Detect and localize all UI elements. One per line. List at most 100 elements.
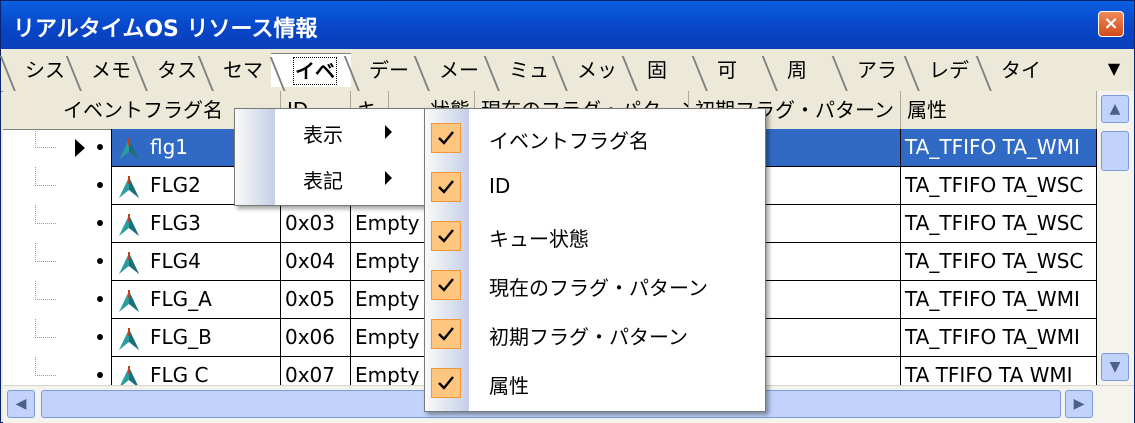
grid-cell[interactable]: 0x06	[281, 319, 351, 357]
scroll-down-button[interactable]: ▼	[1101, 353, 1129, 381]
tab-task[interactable]: タス	[133, 53, 205, 87]
grid-cell[interactable]: 0x07	[281, 357, 351, 385]
submenu-item-column-toggle[interactable]: ID	[425, 164, 765, 208]
tab-eventflag[interactable]: イベ	[271, 53, 351, 87]
tab-mutex[interactable]: ミュ	[485, 53, 557, 87]
tree-line	[35, 319, 56, 338]
vertical-scrollbar[interactable]: ▲ ▼	[1097, 91, 1134, 385]
cell-name: FLG2	[150, 173, 201, 197]
close-button[interactable]: ×	[1098, 11, 1124, 37]
submenu-item-label: 初期フラグ・パターン	[489, 325, 688, 349]
grid-cell[interactable]: 0x04	[281, 243, 351, 281]
cell-attr: TA_TFIFO TA_WSC	[905, 211, 1084, 235]
row-bullet-icon	[97, 220, 103, 226]
grid-cell[interactable]: 0x05	[281, 281, 351, 319]
grid-cell[interactable]: Empty	[351, 319, 427, 357]
grid-cell[interactable]: Empty	[351, 281, 427, 319]
tab-variable-memory[interactable]: 可	[693, 53, 767, 87]
grid-cell[interactable]: TA_TFIFO TA_WMI	[901, 129, 1097, 167]
col-header-attribute[interactable]: 属性	[901, 91, 1097, 129]
submenu-item-column-toggle[interactable]: 属性	[425, 360, 765, 404]
cell-id: 0x03	[285, 211, 336, 235]
tree-gutter	[3, 167, 111, 205]
cell-id: 0x05	[285, 287, 336, 311]
tree-line	[35, 205, 56, 224]
cell-id: 0x07	[285, 363, 336, 385]
tab-fixed-memory[interactable]: 固	[623, 53, 697, 87]
cell-queue: Empty	[355, 325, 420, 349]
check-icon	[431, 221, 461, 251]
grid-cell[interactable]: FLG_A	[111, 281, 281, 319]
submenu-item-column-toggle[interactable]: イベントフラグ名	[425, 115, 765, 159]
column-visibility-submenu: イベントフラグ名 ID キュー状態現在のフラグ・パターン初期フラグ・パターン 属性	[424, 108, 766, 412]
tab-alarm-handler[interactable]: アラ	[833, 53, 909, 87]
cell-name: FLG4	[150, 249, 201, 273]
tab-memory[interactable]: メモ	[67, 53, 139, 87]
submenu-item-label: ID	[489, 174, 511, 198]
cell-id: 0x06	[285, 325, 336, 349]
tab-overflow-button[interactable]: ▼	[1104, 59, 1124, 79]
tab-messagebuffer[interactable]: メッ	[553, 53, 627, 87]
grid-cell[interactable]: TA_TFIFO TA_WMI	[901, 319, 1097, 357]
submenu-item-column-toggle[interactable]: キュー状態	[425, 213, 765, 257]
cell-attr: TA_TFIFO TA_WMI	[905, 135, 1080, 159]
submenu-item-label: 属性	[489, 374, 529, 398]
grid-cell[interactable]: TA_TFIFO TA_WSC	[901, 205, 1097, 243]
grid-cell[interactable]: Empty	[351, 357, 427, 385]
cell-name: FLG_B	[150, 325, 212, 349]
row-bullet-icon	[97, 144, 103, 150]
tab-dataqueue[interactable]: デー	[345, 53, 419, 87]
scroll-left-button[interactable]: ◀	[7, 390, 35, 418]
cell-attr: TA_TFIFO TA_WMI	[905, 287, 1080, 311]
tab-cyclic-handler[interactable]: 周	[763, 53, 837, 87]
grid-cell[interactable]: FLG C	[111, 357, 281, 385]
row-bullet-icon	[97, 334, 103, 340]
submenu-item-label: イベントフラグ名	[489, 129, 649, 153]
tab-semaphore[interactable]: セマ	[199, 53, 277, 87]
row-bullet-icon	[97, 296, 103, 302]
grid-cell[interactable]: TA_TFIFO TA_WSC	[901, 243, 1097, 281]
tree-line	[35, 129, 56, 148]
cell-id: 0x04	[285, 249, 336, 273]
scroll-right-button[interactable]: ▶	[1065, 390, 1093, 418]
grid-cell[interactable]: TA_TFIFO TA_WSC	[901, 167, 1097, 205]
submenu-item-column-toggle[interactable]: 現在のフラグ・パターン	[425, 262, 765, 306]
current-row-arrow-icon	[75, 139, 85, 157]
title-bar[interactable]: リアルタイムOS リソース情報 ×	[1, 1, 1134, 49]
check-icon	[431, 172, 461, 202]
submenu-item-label: キュー状態	[489, 227, 589, 251]
tree-line	[35, 357, 56, 376]
grid-cell[interactable]: 0x03	[281, 205, 351, 243]
vertical-scroll-thumb[interactable]	[1101, 131, 1129, 171]
scroll-up-button[interactable]: ▲	[1101, 95, 1129, 123]
row-bullet-icon	[97, 258, 103, 264]
cell-queue: Empty	[355, 211, 420, 235]
context-menu: 表示 表記	[234, 108, 428, 206]
tab-timer[interactable]: タイ	[977, 53, 1053, 87]
window-title: リアルタイムOS リソース情報	[13, 17, 318, 42]
tree-gutter	[3, 243, 111, 281]
grid-cell[interactable]: TA TFIFO TA WMI	[901, 357, 1097, 385]
cell-attr: TA_TFIFO TA_WSC	[905, 173, 1084, 197]
event-flag-icon	[119, 175, 139, 198]
grid-cell[interactable]: FLG3	[111, 205, 281, 243]
check-icon	[431, 319, 461, 349]
grid-cell[interactable]: FLG4	[111, 243, 281, 281]
tree-gutter	[3, 319, 111, 357]
submenu-item-column-toggle[interactable]: 初期フラグ・パターン	[425, 311, 765, 355]
menu-item-notation[interactable]: 表記	[235, 157, 427, 203]
grid-cell[interactable]: Empty	[351, 205, 427, 243]
tab-mailbox[interactable]: メー	[415, 53, 489, 87]
grid-cell[interactable]: TA_TFIFO TA_WMI	[901, 281, 1097, 319]
menu-item-display[interactable]: 表示	[235, 111, 427, 157]
tab-ready-queue[interactable]: レデ	[905, 53, 981, 87]
tab-system[interactable]: シス	[1, 53, 73, 87]
check-icon	[431, 123, 461, 153]
cell-attr: TA TFIFO TA WMI	[905, 363, 1073, 385]
grid-cell[interactable]: Empty	[351, 243, 427, 281]
tree-line	[35, 167, 56, 186]
submenu-arrow-icon	[385, 171, 392, 185]
event-flag-icon	[119, 213, 139, 236]
event-flag-icon	[119, 327, 139, 350]
grid-cell[interactable]: FLG_B	[111, 319, 281, 357]
